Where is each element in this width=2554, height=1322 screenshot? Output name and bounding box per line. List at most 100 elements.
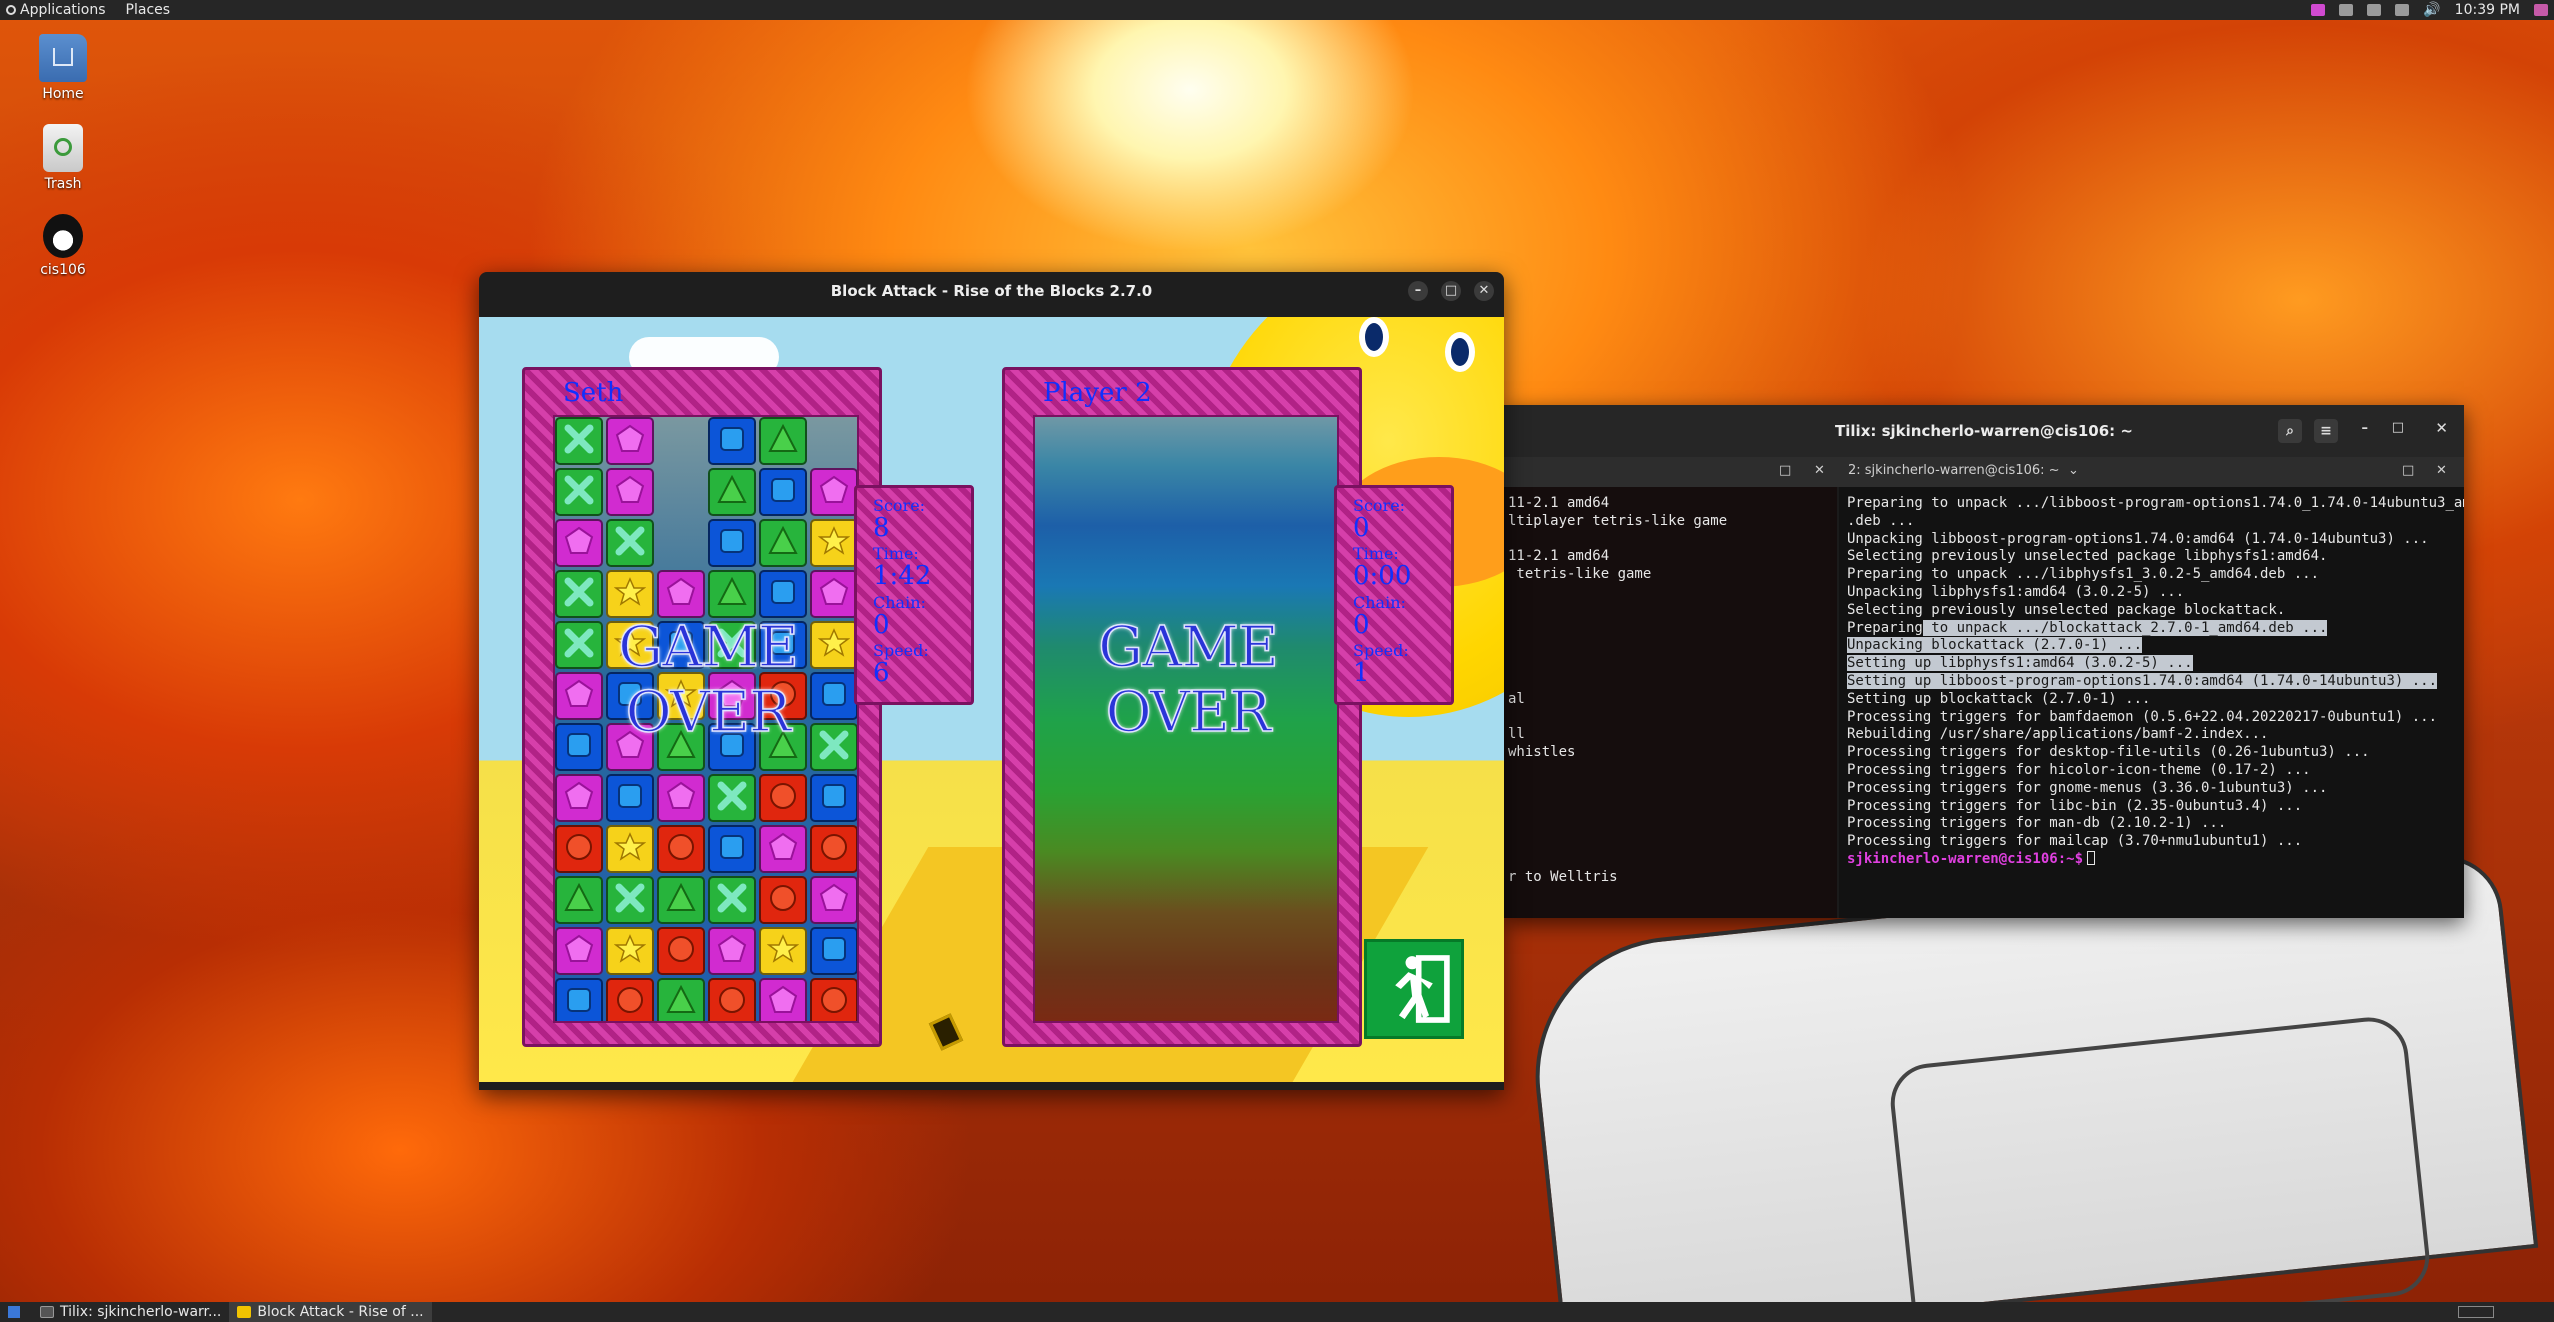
magenta-pentagon-block[interactable] xyxy=(759,978,807,1021)
pane2-title[interactable]: 2: sjkincherlo-warren@cis106: ~ xyxy=(1848,463,2060,478)
magenta-pentagon-block[interactable] xyxy=(555,519,603,567)
game-canvas[interactable]: Seth GAME OVER Score: 8 Time: 1:42 Chain… xyxy=(479,317,1504,1082)
keyboard-layout-icon[interactable] xyxy=(2367,4,2382,16)
desktop-icon-home[interactable]: Home xyxy=(18,34,108,102)
pane1-maximize-icon[interactable]: □ xyxy=(1779,463,1791,478)
terminal-line: ltiplayer tetris-like game xyxy=(1508,512,1728,529)
green-x-block[interactable] xyxy=(708,876,756,924)
show-desktop-icon[interactable] xyxy=(8,1306,20,1318)
maximize-icon[interactable]: □ xyxy=(2392,420,2404,435)
pane2-maximize-icon[interactable]: □ xyxy=(2402,463,2414,478)
magenta-pentagon-icon xyxy=(614,474,646,510)
yellow-star-icon xyxy=(613,831,647,867)
red-circle-block[interactable] xyxy=(759,876,807,924)
blue-square-block[interactable] xyxy=(708,825,756,873)
player1-chain: 0 xyxy=(873,610,890,640)
magenta-pentagon-block[interactable] xyxy=(810,876,857,924)
maximize-icon[interactable]: □ xyxy=(1441,281,1461,301)
green-triangle-block[interactable] xyxy=(759,417,807,465)
magenta-pentagon-block[interactable] xyxy=(810,468,857,516)
places-menu[interactable]: Places xyxy=(116,2,181,18)
pane2-close-icon[interactable]: ✕ xyxy=(2436,463,2447,478)
yellow-star-block[interactable] xyxy=(810,519,857,567)
red-circle-block[interactable] xyxy=(657,825,705,873)
red-circle-block[interactable] xyxy=(708,978,756,1021)
red-circle-icon xyxy=(666,934,696,968)
terminal-pane-right[interactable]: Preparing to unpack .../libboost-program… xyxy=(1839,487,2464,918)
red-circle-block[interactable] xyxy=(759,774,807,822)
close-icon[interactable]: ✕ xyxy=(2435,419,2448,437)
magenta-pentagon-block[interactable] xyxy=(810,570,857,618)
volume-icon[interactable]: 🔊 xyxy=(2423,2,2440,18)
blue-square-block[interactable] xyxy=(810,927,857,975)
red-circle-block[interactable] xyxy=(810,978,857,1021)
green-x-block[interactable] xyxy=(606,876,654,924)
red-circle-block[interactable] xyxy=(555,825,603,873)
yellow-star-block[interactable] xyxy=(759,927,807,975)
player1-block-well[interactable]: GAME OVER xyxy=(553,415,859,1023)
display-icon[interactable] xyxy=(2395,4,2410,16)
blue-square-block[interactable] xyxy=(708,417,756,465)
flame-app-icon[interactable] xyxy=(2311,4,2326,16)
magenta-pentagon-block[interactable] xyxy=(759,825,807,873)
search-icon[interactable]: ⌕ xyxy=(2278,419,2302,443)
terminal-titlebar[interactable]: Tilix: sjkincherlo-warren@cis106: ~ ⌕ ≡ … xyxy=(1504,405,2464,457)
minimize-icon[interactable]: – xyxy=(1408,281,1428,301)
green-x-block[interactable] xyxy=(606,519,654,567)
desktop-icon-cis106[interactable]: cis106 xyxy=(18,214,108,278)
red-circle-block[interactable] xyxy=(657,927,705,975)
green-triangle-block[interactable] xyxy=(759,519,807,567)
player2-block-well[interactable]: GAME OVER xyxy=(1033,415,1339,1023)
desktop-icon-trash[interactable]: Trash xyxy=(18,124,108,192)
blue-square-block[interactable] xyxy=(606,774,654,822)
game-titlebar[interactable]: Block Attack - Rise of the Blocks 2.7.0 … xyxy=(479,272,1504,310)
user-menu-icon[interactable] xyxy=(2534,4,2548,16)
minimize-icon[interactable]: – xyxy=(2362,421,2369,436)
blue-square-block[interactable] xyxy=(810,774,857,822)
blue-square-block[interactable] xyxy=(708,519,756,567)
terminal-pane-left[interactable]: 11-2.1 amd64 ltiplayer tetris-like game 1… xyxy=(1504,487,1837,918)
hamburger-menu-icon[interactable]: ≡ xyxy=(2314,419,2338,443)
magenta-pentagon-block[interactable] xyxy=(555,774,603,822)
blue-square-block[interactable] xyxy=(555,978,603,1021)
applications-menu[interactable]: Applications xyxy=(0,2,116,18)
taskbar-item-block-attack[interactable]: Block Attack - Rise of ... xyxy=(229,1302,432,1322)
close-icon[interactable]: ✕ xyxy=(1474,281,1494,301)
blue-square-icon xyxy=(768,475,798,509)
network-icon[interactable] xyxy=(2339,4,2354,16)
exit-button[interactable] xyxy=(1364,939,1464,1039)
magenta-pentagon-block[interactable] xyxy=(708,927,756,975)
magenta-pentagon-block[interactable] xyxy=(555,927,603,975)
magenta-pentagon-block[interactable] xyxy=(657,774,705,822)
terminal-line: Processing triggers for libc-bin (2.35-0… xyxy=(1847,797,2303,814)
red-circle-block[interactable] xyxy=(606,978,654,1021)
yellow-star-block[interactable] xyxy=(606,825,654,873)
magenta-pentagon-block[interactable] xyxy=(657,570,705,618)
green-x-block[interactable] xyxy=(555,468,603,516)
red-circle-block[interactable] xyxy=(810,825,857,873)
green-triangle-block[interactable] xyxy=(555,876,603,924)
yellow-star-block[interactable] xyxy=(606,570,654,618)
terminal-prompt[interactable]: sjkincherlo-warren@cis106:~$ xyxy=(1847,850,2464,869)
clock[interactable]: 10:39 PM xyxy=(2455,2,2520,18)
taskbar-item-tilix[interactable]: Tilix: sjkincherlo-warr... xyxy=(32,1302,229,1322)
magenta-pentagon-icon xyxy=(818,576,850,612)
green-triangle-block[interactable] xyxy=(657,876,705,924)
green-x-block[interactable] xyxy=(708,774,756,822)
blue-square-block[interactable] xyxy=(759,570,807,618)
green-triangle-block[interactable] xyxy=(657,978,705,1021)
green-triangle-block[interactable] xyxy=(708,468,756,516)
magenta-pentagon-icon xyxy=(818,882,850,918)
green-x-icon xyxy=(562,575,596,613)
workspace-switcher[interactable] xyxy=(2458,1306,2494,1318)
magenta-pentagon-block[interactable] xyxy=(606,417,654,465)
blue-square-block[interactable] xyxy=(759,468,807,516)
green-x-block[interactable] xyxy=(555,417,603,465)
chevron-down-icon[interactable]: ⌄ xyxy=(2068,463,2079,478)
green-triangle-block[interactable] xyxy=(708,570,756,618)
magenta-pentagon-block[interactable] xyxy=(606,468,654,516)
yellow-star-block[interactable] xyxy=(606,927,654,975)
pane1-close-icon[interactable]: ✕ xyxy=(1814,463,1825,478)
green-x-block[interactable] xyxy=(555,570,603,618)
